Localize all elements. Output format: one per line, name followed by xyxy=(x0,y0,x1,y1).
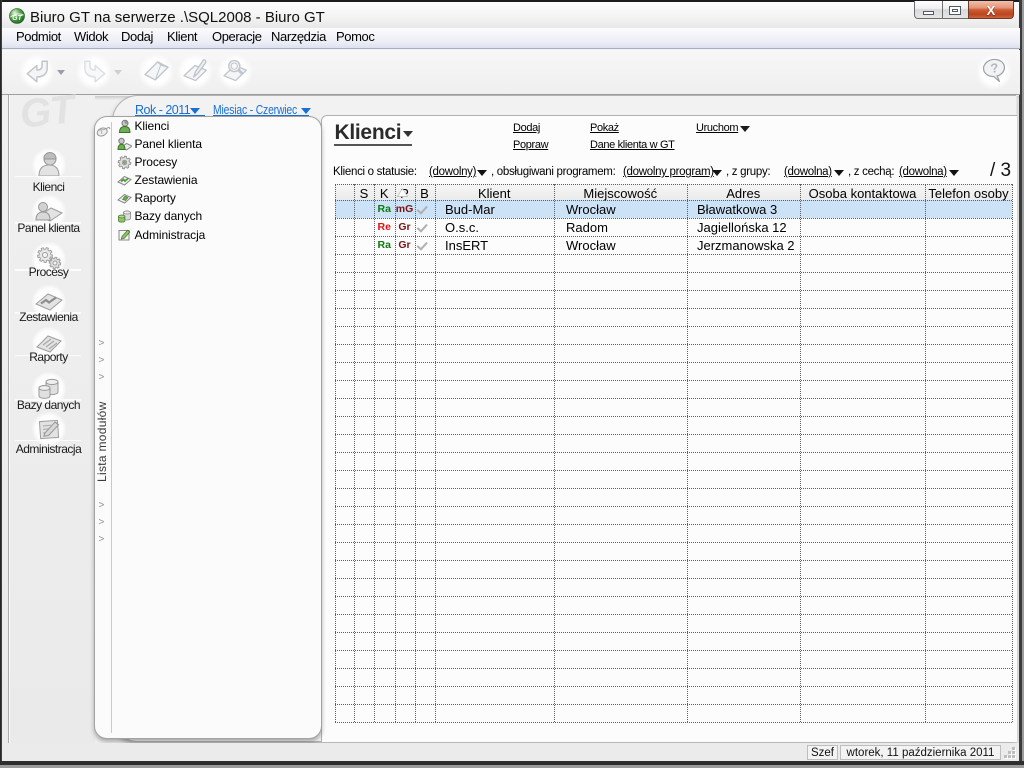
svg-text:GT: GT xyxy=(12,15,22,22)
